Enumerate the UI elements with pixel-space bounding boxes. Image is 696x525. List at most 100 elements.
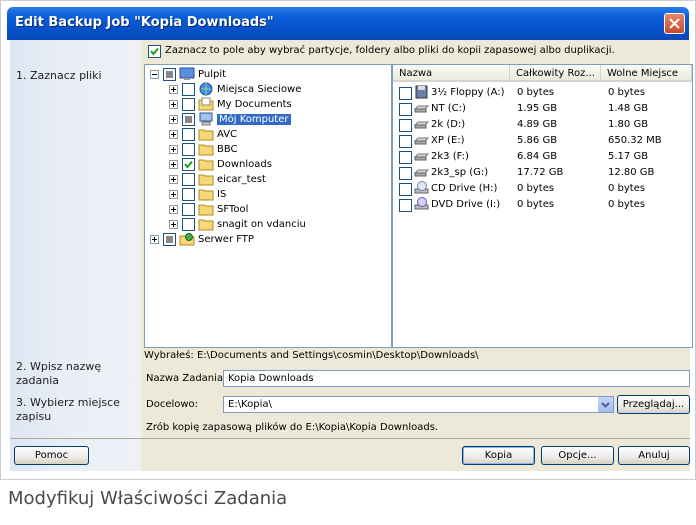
drive-row[interactable]: CD Drive (H:) 0 bytes 0 bytes xyxy=(393,181,692,197)
expand-icon[interactable] xyxy=(169,174,178,184)
drive-checkbox[interactable] xyxy=(399,119,412,132)
drive-checkbox[interactable] xyxy=(399,87,412,100)
tree-item[interactable]: Serwer FTP xyxy=(150,232,254,246)
tree-item[interactable]: Downloads xyxy=(169,157,272,171)
tree-item-checkbox[interactable] xyxy=(163,67,176,81)
drive-name: 2k3 (F:) xyxy=(431,151,469,162)
my-documents-icon xyxy=(198,97,214,111)
drive-row[interactable]: NT (C:) 1.95 GB 1.48 GB xyxy=(393,101,692,117)
expand-icon[interactable] xyxy=(169,159,178,169)
tree-item[interactable]: Mój Komputer xyxy=(169,112,291,126)
drive-row[interactable]: 2k3 (F:) 6.84 GB 5.17 GB xyxy=(393,149,692,165)
tree-item-checkbox[interactable] xyxy=(163,232,176,246)
help-button[interactable]: Pomoc xyxy=(14,446,89,465)
expand-icon[interactable] xyxy=(169,114,178,124)
close-icon xyxy=(669,18,680,29)
job-name-label: Nazwa Zadania: xyxy=(146,373,227,384)
tree-item[interactable]: AVC xyxy=(169,127,237,141)
column-header-total[interactable]: Całkowity Roz... xyxy=(510,65,601,82)
expand-icon[interactable] xyxy=(169,99,178,109)
expand-icon[interactable] xyxy=(169,144,178,154)
drive-checkbox[interactable] xyxy=(399,199,412,212)
drive-name: DVD Drive (I:) xyxy=(431,199,501,210)
folder-icon xyxy=(198,157,214,171)
drive-row[interactable]: XP (E:) 5.86 GB 650.32 MB xyxy=(393,133,692,149)
tree-item-checkbox[interactable] xyxy=(182,217,195,231)
drive-checkbox[interactable] xyxy=(399,103,412,116)
tree-item-checkbox[interactable] xyxy=(182,187,195,201)
destination-label: Docelowo: xyxy=(146,399,199,410)
step-destination: 3. Wybierz miejsce zapisu xyxy=(16,396,120,423)
drive-name: CD Drive (H:) xyxy=(431,183,498,194)
tree-item-label: eicar_test xyxy=(217,173,266,185)
expand-icon[interactable] xyxy=(169,129,178,139)
job-name-input[interactable]: Kopia Downloads xyxy=(223,370,690,387)
drive-total-size: 5.86 GB xyxy=(517,135,558,146)
tree-item-checkbox[interactable] xyxy=(182,157,195,171)
drive-row[interactable]: 2k3_sp (G:) 17.72 GB 12.80 GB xyxy=(393,165,692,181)
drive-checkbox[interactable] xyxy=(399,167,412,180)
drive-free-space: 0 bytes xyxy=(608,183,646,194)
hard-drive-icon xyxy=(413,165,430,182)
drive-list[interactable]: Nazwa Całkowity Roz... Wolne Miejsce 3½ … xyxy=(392,64,693,348)
drive-name: 2k (D:) xyxy=(431,119,466,130)
expand-icon[interactable] xyxy=(169,84,178,94)
drive-free-space: 0 bytes xyxy=(608,87,646,98)
drive-name: XP (E:) xyxy=(431,135,465,146)
drive-name: 2k3_sp (G:) xyxy=(431,167,489,178)
drive-total-size: 4.89 GB xyxy=(517,119,558,130)
tree-item[interactable]: IS xyxy=(169,187,226,201)
folder-tree[interactable]: Pulpit Miejsca Sieciowe My Documents Mój Ko… xyxy=(144,64,392,348)
column-header-free[interactable]: Wolne Miejsce xyxy=(601,65,692,82)
drive-checkbox[interactable] xyxy=(399,151,412,164)
tree-item-checkbox[interactable] xyxy=(182,82,195,96)
cancel-button[interactable]: Anuluj xyxy=(618,446,690,465)
tree-item[interactable]: Pulpit xyxy=(150,67,226,81)
tree-item-label: Pulpit xyxy=(198,68,227,80)
tree-item-checkbox[interactable] xyxy=(182,97,195,111)
tree-item[interactable]: My Documents xyxy=(169,97,292,111)
drive-row[interactable]: DVD Drive (I:) 0 bytes 0 bytes xyxy=(393,197,692,213)
chevron-down-icon[interactable] xyxy=(597,397,613,412)
floppy-icon xyxy=(414,85,430,102)
browse-button[interactable]: Przeglądaj... xyxy=(617,395,690,414)
expand-icon[interactable] xyxy=(169,189,178,199)
folder-icon xyxy=(198,172,214,186)
title-bar[interactable]: Edit Backup Job "Kopia Downloads" xyxy=(7,7,689,40)
drive-checkbox[interactable] xyxy=(399,183,412,196)
expand-icon[interactable] xyxy=(169,204,178,214)
options-button[interactable]: Opcje... xyxy=(541,446,614,465)
backup-button[interactable]: Kopia xyxy=(462,446,535,465)
drive-total-size: 17.72 GB xyxy=(517,167,564,178)
tree-item[interactable]: Miejsca Sieciowe xyxy=(169,82,301,96)
collapse-icon[interactable] xyxy=(150,69,159,79)
expand-icon[interactable] xyxy=(169,219,178,229)
selected-path: Wybrałeś: E:\Documents and Settings\cosm… xyxy=(144,350,479,361)
tree-item-label: SFTool xyxy=(217,203,249,215)
drive-checkbox[interactable] xyxy=(399,135,412,148)
tree-item-checkbox[interactable] xyxy=(182,127,195,141)
desktop-icon xyxy=(179,67,195,81)
tree-item[interactable]: eicar_test xyxy=(169,172,266,186)
expand-icon[interactable] xyxy=(150,234,159,244)
summary-text: Zrób kopię zapasową plików do E:\Kopia\K… xyxy=(146,422,439,433)
caption: Modyfikuj Właściwości Zadania xyxy=(8,488,288,509)
destination-dropdown[interactable]: E:\Kopia\ xyxy=(223,396,614,413)
column-header-name[interactable]: Nazwa xyxy=(393,65,510,82)
tree-item[interactable]: BBC xyxy=(169,142,238,156)
network-places-icon xyxy=(198,82,214,96)
drive-row[interactable]: 2k (D:) 4.89 GB 1.80 GB xyxy=(393,117,692,133)
tree-item[interactable]: snagit on vdanciu xyxy=(169,217,306,231)
tree-item[interactable]: SFTool xyxy=(169,202,248,216)
folder-icon xyxy=(198,217,214,231)
drive-free-space: 1.48 GB xyxy=(608,103,649,114)
drive-row[interactable]: 3½ Floppy (A:) 0 bytes 0 bytes xyxy=(393,85,692,101)
tree-item-checkbox[interactable] xyxy=(182,142,195,156)
select-items-checkbox[interactable] xyxy=(148,45,161,58)
tree-item-checkbox[interactable] xyxy=(182,172,195,186)
close-button[interactable] xyxy=(664,13,685,34)
tree-item-label: Serwer FTP xyxy=(198,233,254,245)
tree-item-checkbox[interactable] xyxy=(182,112,195,126)
tree-item-label: IS xyxy=(217,188,227,200)
tree-item-checkbox[interactable] xyxy=(182,202,195,216)
